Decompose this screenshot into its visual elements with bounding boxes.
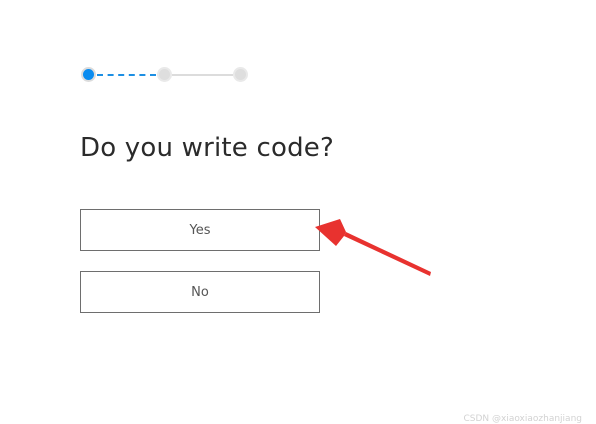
no-button[interactable]: No bbox=[80, 271, 320, 313]
question-title: Do you write code? bbox=[80, 133, 334, 163]
stepper-connector-completed bbox=[97, 74, 156, 76]
stepper-connector-pending bbox=[172, 74, 233, 76]
stepper-step-3 bbox=[233, 67, 248, 82]
arrow-shaft bbox=[344, 232, 431, 276]
yes-button[interactable]: Yes bbox=[80, 209, 320, 251]
watermark-text: CSDN @xiaoxiaozhanjiang bbox=[463, 414, 582, 424]
stepper-step-1-active bbox=[81, 67, 96, 82]
stepper-step-2 bbox=[157, 67, 172, 82]
progress-stepper bbox=[80, 67, 250, 85]
